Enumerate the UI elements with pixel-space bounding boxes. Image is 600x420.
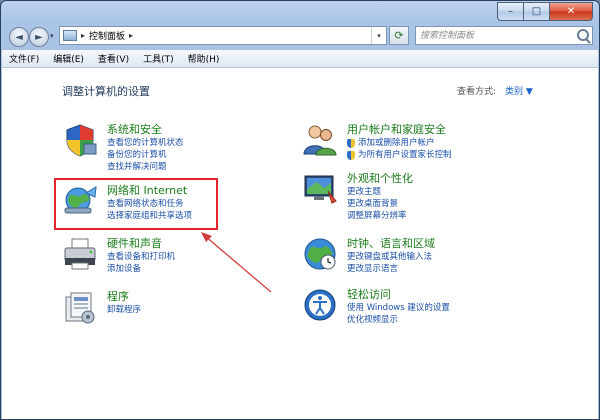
link-label[interactable]: 添加或删除用户帐户 — [358, 137, 435, 149]
close-button[interactable]: ✕ — [549, 2, 593, 21]
control-panel-window: – □ ✕ ◄ ► ▾ ▸ 控制面板 ▸ ▾ ⟳ 文件(F) 编辑(E) 查看(… — [0, 0, 600, 420]
menu-tools[interactable]: 工具(T) — [136, 52, 181, 65]
address-bar[interactable]: ▸ 控制面板 ▸ ▾ — [59, 26, 387, 45]
category-title[interactable]: 轻松访问 — [347, 287, 450, 302]
uac-shield-icon — [347, 150, 355, 160]
users-icon[interactable] — [302, 122, 338, 158]
category-title[interactable]: 硬件和声音 — [107, 236, 175, 251]
breadcrumb-control-panel[interactable]: 控制面板 — [89, 29, 125, 42]
printer-icon[interactable] — [62, 236, 98, 272]
link-desktop-background[interactable]: 更改桌面背景 — [347, 198, 413, 210]
menu-help[interactable]: 帮助(H) — [181, 52, 227, 65]
security-shield-icon[interactable] — [62, 122, 98, 158]
link-view-status[interactable]: 查看您的计算机状态 — [107, 137, 184, 149]
appearance-monitor-icon[interactable] — [302, 171, 338, 207]
search-box[interactable] — [415, 26, 593, 45]
link-display-language[interactable]: 更改显示语言 — [347, 263, 435, 275]
breadcrumb-separator[interactable]: ▸ — [81, 31, 85, 40]
forward-button[interactable]: ► — [29, 27, 49, 47]
menu-view[interactable]: 查看(V) — [91, 52, 136, 65]
address-dropdown-icon[interactable]: ▾ — [371, 27, 386, 44]
menu-edit[interactable]: 编辑(E) — [46, 52, 91, 65]
category-title[interactable]: 用户帐户和家庭安全 — [347, 122, 452, 137]
programs-icon[interactable] — [62, 289, 98, 325]
clock-globe-icon[interactable] — [302, 236, 338, 272]
link-optimize-display[interactable]: 优化视频显示 — [347, 314, 450, 326]
menu-bar: 文件(F) 编辑(E) 查看(V) 工具(T) 帮助(H) — [2, 50, 598, 68]
control-panel-icon — [63, 30, 77, 41]
breadcrumb-separator[interactable]: ▸ — [129, 31, 133, 40]
link-uninstall[interactable]: 卸载程序 — [107, 304, 141, 316]
highlight-box — [54, 178, 218, 230]
link-troubleshoot[interactable]: 查找并解决问题 — [107, 161, 184, 173]
search-icon[interactable] — [577, 29, 589, 41]
page-title: 调整计算机的设置 — [62, 85, 150, 98]
menu-file[interactable]: 文件(F) — [2, 52, 46, 65]
link-backup[interactable]: 备份您的计算机 — [107, 149, 184, 161]
window-controls: – □ ✕ — [497, 2, 593, 21]
link-label[interactable]: 为所有用户设置家长控制 — [358, 149, 452, 161]
link-screen-resolution[interactable]: 调整屏幕分辨率 — [347, 210, 413, 222]
link-add-device[interactable]: 添加设备 — [107, 263, 175, 275]
category-title[interactable]: 时钟、语言和区域 — [347, 236, 435, 251]
category-title[interactable]: 程序 — [107, 289, 141, 304]
annotation-arrow-icon — [201, 232, 272, 293]
minimize-button[interactable]: – — [497, 2, 523, 21]
link-add-remove-accounts[interactable]: 添加或删除用户帐户 — [347, 137, 452, 149]
recent-pages-dropdown[interactable]: ▾ — [50, 32, 54, 40]
category-title[interactable]: 系统和安全 — [107, 122, 184, 137]
link-change-theme[interactable]: 更改主题 — [347, 186, 413, 198]
link-windows-suggested-settings[interactable]: 使用 Windows 建议的设置 — [347, 302, 450, 314]
search-input[interactable] — [420, 28, 570, 43]
content-area: 调整计算机的设置 查看方式: 类别 ▼ 系统和安全 查看您的计算机状态 备份您的… — [2, 68, 598, 419]
refresh-button[interactable]: ⟳ — [389, 26, 409, 45]
view-by-dropdown[interactable]: 类别 ▼ — [505, 84, 533, 97]
link-devices-printers[interactable]: 查看设备和打印机 — [107, 251, 175, 263]
back-button[interactable]: ◄ — [9, 27, 29, 47]
link-parental-controls[interactable]: 为所有用户设置家长控制 — [347, 149, 452, 161]
ease-of-access-icon[interactable] — [302, 287, 338, 323]
link-keyboard-input[interactable]: 更改键盘或其他输入法 — [347, 251, 435, 263]
uac-shield-icon — [347, 138, 355, 148]
category-title[interactable]: 外观和个性化 — [347, 171, 413, 186]
maximize-button[interactable]: □ — [523, 2, 549, 21]
view-by-label: 查看方式: — [457, 87, 497, 97]
